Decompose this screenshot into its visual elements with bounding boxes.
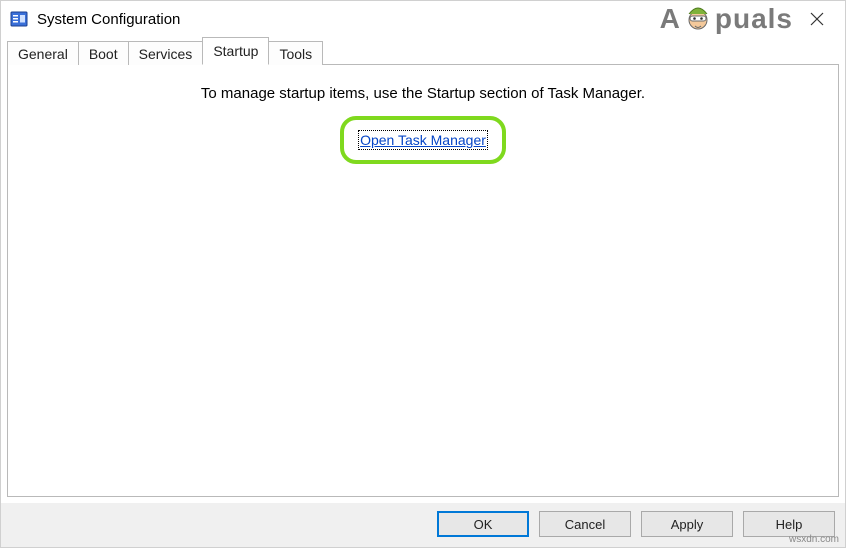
titlebar: System Configuration	[1, 1, 845, 37]
dialog-buttons: OK Cancel Apply Help	[1, 503, 845, 547]
close-button[interactable]	[795, 4, 839, 34]
msconfig-icon	[9, 9, 29, 29]
tab-content: To manage startup items, use the Startup…	[7, 65, 839, 497]
highlight-annotation: Open Task Manager	[340, 116, 506, 164]
cancel-button[interactable]: Cancel	[539, 511, 631, 537]
startup-instruction: To manage startup items, use the Startup…	[201, 85, 645, 102]
attribution-text: wsxdn.com	[789, 534, 839, 545]
tabstrip-spacer	[322, 37, 839, 65]
close-icon	[810, 12, 824, 26]
apply-button[interactable]: Apply	[641, 511, 733, 537]
tab-tools[interactable]: Tools	[268, 41, 323, 66]
tab-strip: General Boot Services Startup Tools	[1, 37, 845, 65]
open-task-manager-link[interactable]: Open Task Manager	[360, 132, 486, 148]
tab-boot[interactable]: Boot	[78, 41, 129, 66]
ok-button[interactable]: OK	[437, 511, 529, 537]
tab-services[interactable]: Services	[128, 41, 204, 66]
window-title: System Configuration	[37, 11, 795, 28]
system-configuration-window: System Configuration A puals General Boo…	[0, 0, 846, 548]
tab-startup[interactable]: Startup	[202, 37, 269, 65]
tab-general[interactable]: General	[7, 41, 79, 66]
